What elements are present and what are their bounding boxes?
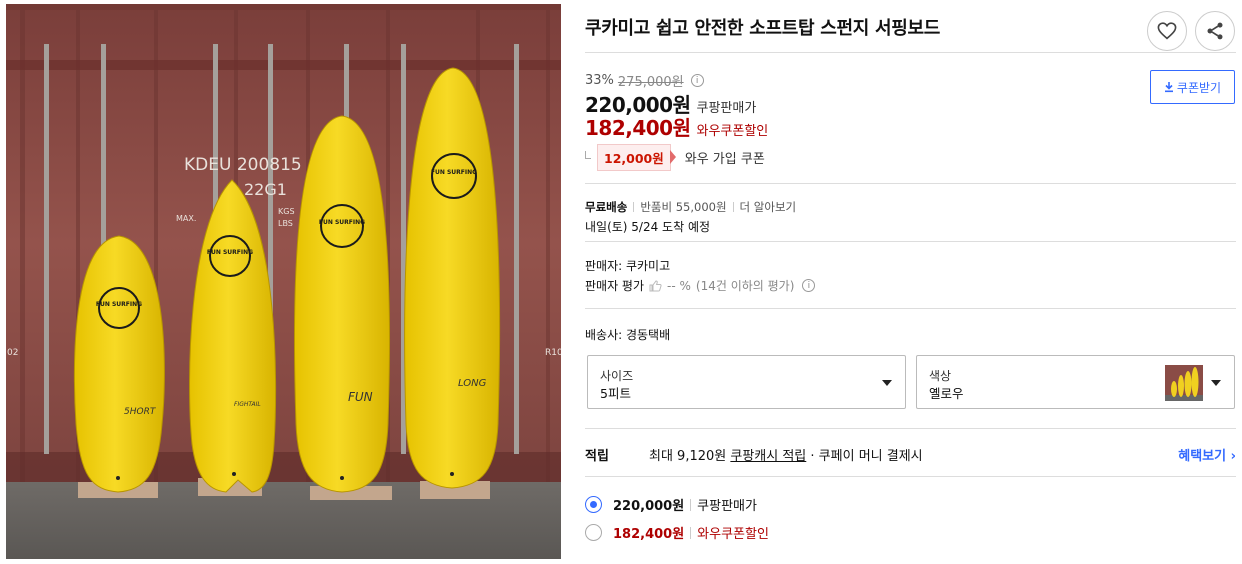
separator bbox=[732, 202, 734, 212]
board-label-4: LONG bbox=[458, 378, 487, 389]
reward-description: 최대 9,120원 쿠팡캐시 적립 · 쿠페이 머니 결제시 bbox=[649, 445, 923, 464]
wow-coupon-text: 와우 가입 쿠폰 bbox=[684, 152, 765, 167]
seller-rating-label: 판매자 평가 bbox=[585, 279, 645, 293]
return-fee: 반품비 55,000원 bbox=[640, 200, 727, 214]
container-type-text: 22G1 bbox=[244, 180, 287, 199]
coupon-download-label: 쿠폰받기 bbox=[1176, 80, 1222, 95]
price-option-label: 와우쿠폰할인 bbox=[697, 527, 769, 542]
tree-corner bbox=[585, 150, 591, 159]
board-logo-4: FUN SURFING bbox=[431, 169, 477, 176]
carrier: 배송사: 경동택배 bbox=[585, 328, 671, 342]
seller-rating-row: 판매자 평가 -- % (14건 이하의 평가) i bbox=[585, 277, 816, 294]
price-option-sale[interactable]: 220,000원 쿠팡판매가 bbox=[585, 495, 757, 514]
shipping-row: 무료배송 반품비 55,000원 더 알아보기 bbox=[585, 199, 796, 215]
wow-price-label: 와우쿠폰할인 bbox=[696, 124, 769, 139]
wow-coupon-row: 12,000원 와우 가입 쿠폰 bbox=[585, 144, 765, 171]
product-image[interactable]: KDEU 200815 22G1 MAX. KGS LBS 02 R10 FUN… bbox=[6, 4, 561, 559]
color-thumbnail bbox=[1165, 365, 1203, 401]
divider bbox=[585, 241, 1236, 242]
size-select-value: 5피트 bbox=[600, 386, 631, 401]
reward-label: 적립 bbox=[585, 449, 609, 464]
divider bbox=[585, 476, 1236, 477]
free-shipping-label: 무료배송 bbox=[585, 200, 628, 214]
chevron-down-icon bbox=[1211, 380, 1221, 386]
chevron-down-icon bbox=[882, 380, 892, 386]
seller-rating-note: (14건 이하의 평가) bbox=[695, 279, 795, 293]
wow-coupon-badge: 12,000원 bbox=[597, 144, 676, 171]
board-label-2: FIGHTAIL bbox=[234, 401, 261, 408]
thumbs-up-icon bbox=[649, 279, 662, 291]
arrival-date: 내일(토) 5/24 도착 예정 bbox=[585, 220, 711, 234]
size-select-label: 사이즈 bbox=[600, 369, 634, 383]
container-code-text: KDEU 200815 bbox=[184, 155, 302, 175]
color-select-value: 옐로우 bbox=[929, 386, 964, 401]
coupon-download-button[interactable]: 쿠폰받기 bbox=[1150, 70, 1235, 104]
coupang-cash-link[interactable]: 쿠팡캐시 적립 bbox=[730, 449, 806, 464]
discount-row: 33% 275,000원 i bbox=[585, 71, 704, 90]
wow-price-row: 182,400원 와우쿠폰할인 bbox=[585, 112, 768, 141]
seller-rating-value: -- % bbox=[667, 278, 691, 293]
board-logo-1: FUN SURFING bbox=[96, 301, 142, 308]
info-icon[interactable]: i bbox=[802, 279, 816, 292]
share-button[interactable] bbox=[1195, 11, 1235, 51]
discount-percent: 33% bbox=[585, 73, 614, 88]
divider bbox=[585, 52, 1236, 53]
board-label-3: FUN bbox=[348, 390, 373, 404]
separator bbox=[690, 526, 692, 539]
price-option-label: 쿠팡판매가 bbox=[697, 499, 757, 514]
separator bbox=[690, 498, 692, 511]
reward-max-amount: 최대 9,120원 bbox=[649, 449, 727, 464]
original-price: 275,000원 bbox=[617, 75, 684, 90]
product-photo-illustration: KDEU 200815 22G1 MAX. KGS LBS 02 R10 FUN… bbox=[6, 4, 561, 559]
container-kgs-text: KGS bbox=[278, 207, 295, 216]
shipping-more-link[interactable]: 더 알아보기 bbox=[740, 199, 797, 215]
board-label-1: 5HORT bbox=[124, 407, 157, 417]
info-icon[interactable]: i bbox=[690, 74, 704, 87]
benefits-link[interactable]: 혜택보기 › bbox=[1178, 445, 1236, 464]
container-lbs-text: LBS bbox=[278, 219, 293, 228]
color-select-label: 색상 bbox=[929, 369, 952, 383]
price-option-price: 220,000원 bbox=[613, 499, 685, 514]
divider bbox=[585, 308, 1236, 309]
price-option-price: 182,400원 bbox=[613, 527, 685, 542]
share-icon bbox=[1207, 22, 1223, 40]
seller-name: 판매자: 쿠카미고 bbox=[585, 259, 671, 273]
divider bbox=[585, 428, 1236, 429]
color-select[interactable]: 색상 옐로우 bbox=[916, 355, 1235, 409]
separator bbox=[633, 202, 635, 212]
radio-unselected[interactable] bbox=[585, 524, 602, 541]
board-logo-2: FUN SURFING bbox=[207, 249, 253, 256]
wow-price: 182,400원 bbox=[585, 116, 691, 140]
divider bbox=[585, 183, 1236, 184]
board-logo-3: FUN SURFING bbox=[319, 219, 365, 226]
heart-icon bbox=[1157, 22, 1177, 40]
wishlist-button[interactable] bbox=[1147, 11, 1187, 51]
price-option-wow[interactable]: 182,400원 와우쿠폰할인 bbox=[585, 523, 769, 542]
container-left-tag: 02 bbox=[7, 348, 18, 358]
container-right-tag: R10 bbox=[545, 348, 561, 358]
radio-selected[interactable] bbox=[585, 496, 602, 513]
container-max-text: MAX. bbox=[176, 214, 196, 223]
product-info-panel: 쿠카미고 쉽고 안전한 소프트탑 스펀지 서핑보드 33% 275,000원 i… bbox=[585, 0, 1236, 564]
download-icon bbox=[1164, 81, 1173, 92]
product-title: 쿠카미고 쉽고 안전한 소프트탑 스펀지 서핑보드 bbox=[585, 18, 941, 39]
reward-condition: · 쿠페이 머니 결제시 bbox=[810, 449, 923, 464]
size-select[interactable]: 사이즈 5피트 bbox=[587, 355, 906, 409]
